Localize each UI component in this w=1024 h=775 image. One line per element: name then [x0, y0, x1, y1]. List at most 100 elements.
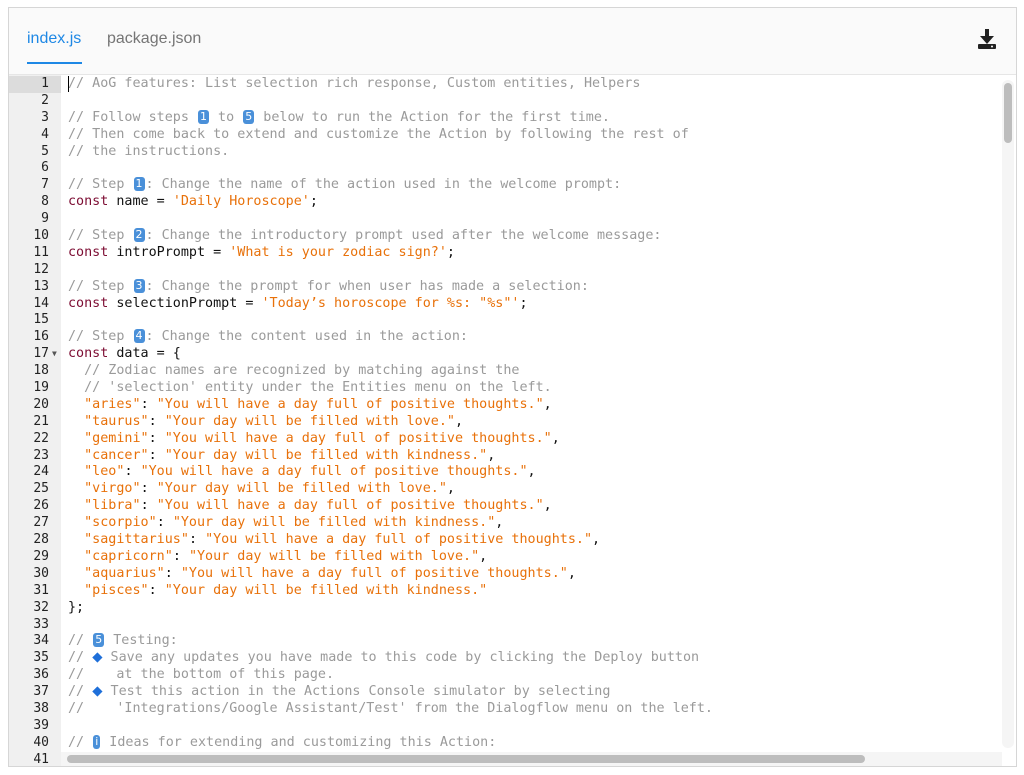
line-code: // 'selection' entity under the Entities… — [68, 380, 552, 397]
line-number: 35 — [33, 650, 49, 666]
line-code: "capricorn": "Your day will be filled wi… — [68, 549, 487, 566]
string-token: "Your day will be filled with love." — [156, 481, 447, 497]
code-line[interactable]: 14 const selectionPrompt = 'Today’s horos… — [9, 296, 998, 313]
comment-token: // Then come back to extend and customiz… — [68, 126, 689, 142]
code-line[interactable]: 33 — [9, 617, 998, 634]
code-line[interactable]: 25 "virgo": "Your day will be filled wit… — [9, 481, 998, 498]
line-number: 1 — [41, 76, 49, 91]
code-line[interactable]: 12 — [9, 262, 998, 279]
keycap-emoji: 1 — [133, 177, 145, 192]
code-line[interactable]: 22 "gemini": "You will have a day full o… — [9, 431, 998, 448]
comment-token: Test this action in the Actions Console … — [102, 684, 611, 700]
line-number: 33 — [33, 616, 49, 632]
code-token: name = — [108, 194, 173, 210]
code-line[interactable]: 35 // ◆ Save any updates you have made to… — [9, 650, 998, 667]
download-button[interactable] — [976, 27, 998, 51]
code-line[interactable]: 17 ▼ const data = { — [9, 346, 998, 363]
code-line[interactable]: 1 // AoG features: List selection rich re… — [9, 76, 998, 93]
tab-index-js[interactable]: index.js — [27, 30, 81, 48]
line-code: // 'Integrations/Google Assistant/Test' … — [68, 701, 713, 718]
line-number: 39 — [33, 717, 49, 733]
code-line[interactable]: 40 // i Ideas for extending and customizi… — [9, 734, 998, 752]
code-line[interactable]: 24 "leo": "You will have a day full of p… — [9, 464, 998, 481]
code-line[interactable]: 4 // Then come back to extend and customi… — [9, 127, 998, 144]
code-line[interactable]: 34 // 5 Testing: — [9, 633, 998, 650]
code-line[interactable]: 7 // Step 1: Change the name of the actio… — [9, 177, 998, 194]
code-line[interactable]: 5 // the instructions. — [9, 144, 998, 161]
line-number: 21 — [33, 413, 49, 429]
string-token: "You will have a day full of positive th… — [140, 464, 528, 480]
code-line[interactable]: 21 "taurus": "Your day will be filled wi… — [9, 414, 998, 431]
code-line[interactable]: 26 "libra": "You will have a day full of… — [9, 498, 998, 515]
line-number: 27 — [33, 515, 49, 531]
string-token: "leo" — [84, 464, 125, 480]
code-line[interactable]: 23 "cancer": "Your day will be filled wi… — [9, 448, 998, 465]
code-token: ; — [519, 295, 528, 311]
string-token: "gemini" — [84, 430, 149, 446]
line-number: 7 — [41, 177, 49, 193]
code-line[interactable]: 11 const introPrompt = 'What is your zodi… — [9, 245, 998, 262]
code-line[interactable]: 29 "capricorn": "Your day will be filled… — [9, 549, 998, 566]
vertical-scrollbar[interactable] — [1002, 80, 1014, 748]
code-lines[interactable]: 1 // AoG features: List selection rich re… — [9, 76, 998, 767]
code-line[interactable]: 39 — [9, 718, 998, 735]
code-line[interactable]: 8 const name = 'Daily Horoscope'; — [9, 194, 998, 211]
code-line[interactable]: 19 // 'selection' entity under the Entit… — [9, 380, 998, 397]
code-line[interactable]: 13 // Step 3: Change the prompt for when … — [9, 278, 998, 296]
line-code: const data = { — [68, 346, 181, 363]
code-area[interactable]: 1 // AoG features: List selection rich re… — [9, 75, 1016, 766]
fold-toggle-icon[interactable]: ▼ — [52, 346, 57, 363]
code-token: , — [543, 498, 552, 514]
comment-token: : Change the prompt for when user has ma… — [145, 278, 589, 294]
line-code: // Step 3: Change the prompt for when us… — [68, 278, 589, 296]
string-token: 'What is your zodiac sign?' — [229, 244, 447, 260]
code-line[interactable]: 15 — [9, 312, 998, 329]
code-line[interactable]: 38 // 'Integrations/Google Assistant/Test… — [9, 701, 998, 718]
code-line[interactable]: 9 — [9, 211, 998, 228]
code-line[interactable]: 16 // Step 4: Change the content used in … — [9, 329, 998, 346]
code-line[interactable]: 2 — [9, 93, 998, 110]
comment-token: // Zodiac names are recognized by matchi… — [84, 363, 520, 379]
code-token: ; — [309, 194, 318, 210]
code-token: : — [148, 413, 165, 429]
comment-token: // 'Integrations/Google Assistant/Test' … — [68, 700, 713, 716]
code-line[interactable]: 18 // Zodiac names are recognized by mat… — [9, 363, 998, 380]
horizontal-scrollbar-thumb[interactable] — [67, 755, 865, 763]
string-token: "Your day will be filled with kindness." — [164, 447, 488, 463]
keyword-token: const — [68, 194, 109, 210]
code-token: : — [140, 481, 157, 497]
line-code: // Step 2: Change the introductory promp… — [68, 228, 661, 245]
code-line[interactable]: 31 "pisces": "Your day will be filled wi… — [9, 583, 998, 600]
line-number: 41 — [33, 751, 49, 767]
line-number: 17 — [33, 346, 49, 362]
line-code: // Zodiac names are recognized by matchi… — [68, 363, 519, 380]
horizontal-scrollbar[interactable] — [61, 752, 1002, 766]
code-line[interactable]: 37 // ◆ Test this action in the Actions C… — [9, 684, 998, 701]
code-line[interactable]: 32}; — [9, 600, 998, 617]
code-line[interactable]: 20 "aries": "You will have a day full of… — [9, 397, 998, 414]
code-line[interactable]: 36 // at the bottom of this page. — [9, 667, 998, 684]
code-token: : — [148, 582, 165, 598]
code-line[interactable]: 3 // Follow steps 1 to 5 below to run the… — [9, 109, 998, 127]
line-code: "taurus": "Your day will be filled with … — [68, 414, 463, 431]
code-line[interactable]: 10 // Step 2: Change the introductory pro… — [9, 228, 998, 245]
string-token: "capricorn" — [84, 548, 173, 564]
vertical-scrollbar-thumb[interactable] — [1004, 83, 1012, 143]
tab-package-json[interactable]: package.json — [107, 30, 201, 48]
code-line[interactable]: 30 "aquarius": "You will have a day full… — [9, 566, 998, 583]
comment-token: // — [68, 650, 93, 666]
comment-token: Save any updates you have made to this c… — [102, 650, 700, 666]
code-token: : — [140, 498, 157, 514]
line-number: 15 — [33, 312, 49, 328]
code-line[interactable]: 27 "scorpio": "Your day will be filled w… — [9, 515, 998, 532]
code-line[interactable]: 28 "sagittarius": "You will have a day f… — [9, 532, 998, 549]
comment-token: // at the bottom of this page. — [68, 667, 335, 683]
code-line[interactable]: 6 — [9, 160, 998, 177]
